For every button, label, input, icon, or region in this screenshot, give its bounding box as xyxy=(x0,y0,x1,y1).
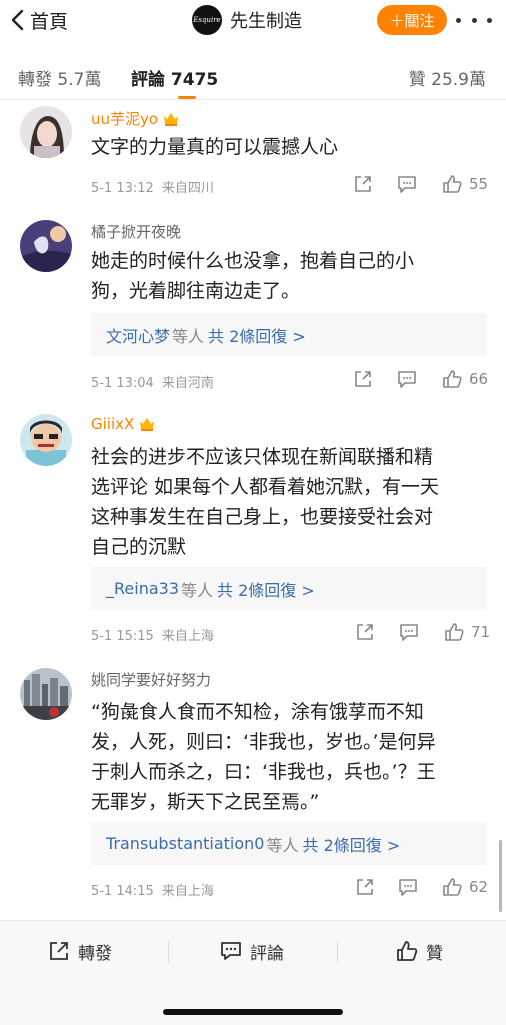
reply-user: _Reina33 xyxy=(106,579,179,598)
like-button[interactable]: 62 xyxy=(441,876,488,898)
thumbs-up-icon xyxy=(443,175,462,193)
like-count: 62 xyxy=(469,878,489,896)
comment-text: 文字的力量真的可以震撼人心 xyxy=(91,136,339,158)
comment-icon xyxy=(398,371,416,388)
home-indicator[interactable] xyxy=(163,1009,343,1015)
share-icon xyxy=(355,176,371,192)
share-icon xyxy=(355,371,371,387)
back-label: 首頁 xyxy=(30,10,69,33)
share-button[interactable] xyxy=(354,621,376,643)
active-tab-indicator xyxy=(178,96,196,99)
comment-text: “狗彘食人食而不知检，涂有饿莩而不知 发，人死，则曰：‘非我也，岁也。’是何异 … xyxy=(91,701,436,813)
comment-time: 5-1 15:15 xyxy=(91,629,154,644)
avatar[interactable] xyxy=(20,220,72,272)
account-name: 先生制造 xyxy=(230,11,302,32)
chevron-left-icon xyxy=(11,9,24,31)
comment-username[interactable]: 橘子掀开夜晚 xyxy=(91,221,181,242)
comment-item: 姚同学要好好努力 “狗彘食人食而不知检，涂有饿莩而不知 发，人死，则曰：‘非我也… xyxy=(0,660,506,910)
back-button[interactable]: 首頁 xyxy=(10,6,68,34)
thumbs-up-icon xyxy=(397,941,418,961)
thumbs-up-icon xyxy=(443,370,462,388)
like-count: 71 xyxy=(471,623,491,641)
tab-comment[interactable]: 評論 7475 xyxy=(131,65,218,90)
share-button[interactable] xyxy=(352,173,374,195)
reply-suffix: 等人 xyxy=(181,580,214,600)
like-label: 贊 xyxy=(426,943,443,964)
comment-meta: 5-1 14:15 来自上海 xyxy=(91,880,214,899)
reply-thread-link[interactable]: 文河心梦 等人共 2條回復 > xyxy=(91,313,487,356)
reply-count: 共 2條回復 > xyxy=(302,835,401,855)
repost-label: 轉發 xyxy=(78,943,112,964)
comment-location: 来自四川 xyxy=(161,181,214,196)
share-icon xyxy=(357,624,373,640)
reply-suffix: 等人 xyxy=(266,835,299,855)
comment-username[interactable]: GiiixX xyxy=(91,415,156,433)
top-nav: 首頁 Esquire 先生制造 ＋關注 xyxy=(0,0,506,40)
comment-location: 来自上海 xyxy=(161,884,214,899)
comment-button[interactable]: 評論 xyxy=(220,937,284,965)
more-icon[interactable] xyxy=(456,8,492,32)
divider xyxy=(337,941,338,963)
thumbs-up-icon xyxy=(443,878,462,896)
reply-button[interactable] xyxy=(398,621,420,643)
like-button[interactable]: 71 xyxy=(443,621,490,643)
bottom-action-bar: 轉發 評論 贊 xyxy=(0,920,506,1025)
follow-button[interactable]: ＋關注 xyxy=(377,5,447,35)
comment-meta: 5-1 13:04 来自河南 xyxy=(91,372,214,391)
reply-user: 文河心梦 xyxy=(106,326,171,346)
repost-button[interactable]: 轉發 xyxy=(48,937,112,965)
comment-text: 她走的时候什么也没拿，抱着自己的小 狗，光着脚往南边走了。 xyxy=(91,250,415,302)
comment-location: 来自上海 xyxy=(161,629,214,644)
share-button[interactable] xyxy=(352,368,374,390)
tab-like[interactable]: 贊 25.9萬 xyxy=(409,65,486,90)
scrollbar[interactable] xyxy=(499,840,502,912)
crown-icon xyxy=(140,418,155,431)
avatar[interactable] xyxy=(20,668,72,720)
divider xyxy=(168,941,169,963)
comment-label: 評論 xyxy=(250,943,284,964)
reply-thread-link[interactable]: Transubstantiation0 等人共 2條回復 > xyxy=(91,822,487,865)
comment-icon xyxy=(399,879,417,896)
comment-time: 5-1 14:15 xyxy=(91,884,154,899)
logo-text: Esquire xyxy=(193,16,221,24)
share-icon xyxy=(357,879,373,895)
comment-time: 5-1 13:04 xyxy=(91,376,154,391)
reply-thread-link[interactable]: _Reina33 等人共 2條回復 > xyxy=(91,567,487,610)
crown-icon xyxy=(164,112,179,126)
reply-count: 共 2條回復 > xyxy=(208,326,306,346)
avatar[interactable] xyxy=(20,414,72,466)
comment-meta: 5-1 15:15 来自上海 xyxy=(91,625,214,644)
account-title[interactable]: Esquire 先生制造 xyxy=(192,4,302,36)
comment-item: GiiixX 社会的进步不应该只体现在新闻联播和精 选评论 如果每个人都看着她沉… xyxy=(0,406,506,652)
comment-icon xyxy=(398,176,416,193)
comment-icon xyxy=(400,624,418,641)
comment-username[interactable]: 姚同学要好好努力 xyxy=(91,669,211,690)
reply-button[interactable] xyxy=(396,368,418,390)
comment-text: 社会的进步不应该只体现在新闻联播和精 选评论 如果每个人都看着她沉默，有一天 这… xyxy=(91,446,440,558)
comment-location: 来自河南 xyxy=(161,376,214,391)
reply-button[interactable] xyxy=(397,876,419,898)
tab-repost[interactable]: 轉發 5.7萬 xyxy=(18,65,101,90)
reply-count: 共 2條回復 > xyxy=(217,580,315,600)
comment-username[interactable]: uu芋泥yo xyxy=(91,108,180,129)
tab-bar: 轉發 5.7萬 評論 7475 贊 25.9萬 xyxy=(0,55,506,100)
comment-meta: 5-1 13:12 来自四川 xyxy=(91,177,214,196)
repost-icon xyxy=(50,942,68,960)
like-count: 55 xyxy=(469,175,489,193)
like-button[interactable]: 66 xyxy=(441,368,488,390)
reply-button[interactable] xyxy=(396,173,418,195)
reply-suffix: 等人 xyxy=(172,326,205,346)
comment-icon xyxy=(221,942,241,960)
account-logo: Esquire xyxy=(192,5,222,35)
like-post-button[interactable]: 贊 xyxy=(396,937,443,965)
comment-time: 5-1 13:12 xyxy=(91,181,154,196)
like-button[interactable]: 55 xyxy=(441,173,488,195)
like-count: 66 xyxy=(469,370,489,388)
reply-user: Transubstantiation0 xyxy=(106,834,265,853)
comment-item: uu芋泥yo 文字的力量真的可以震撼人心 5-1 13:12 来自四川 55 xyxy=(0,100,506,205)
share-button[interactable] xyxy=(354,876,376,898)
comment-item: 橘子掀开夜晚 她走的时候什么也没拿，抱着自己的小 狗，光着脚往南边走了。 文河心… xyxy=(0,212,506,402)
avatar[interactable] xyxy=(20,106,72,158)
thumbs-up-icon xyxy=(445,623,464,641)
